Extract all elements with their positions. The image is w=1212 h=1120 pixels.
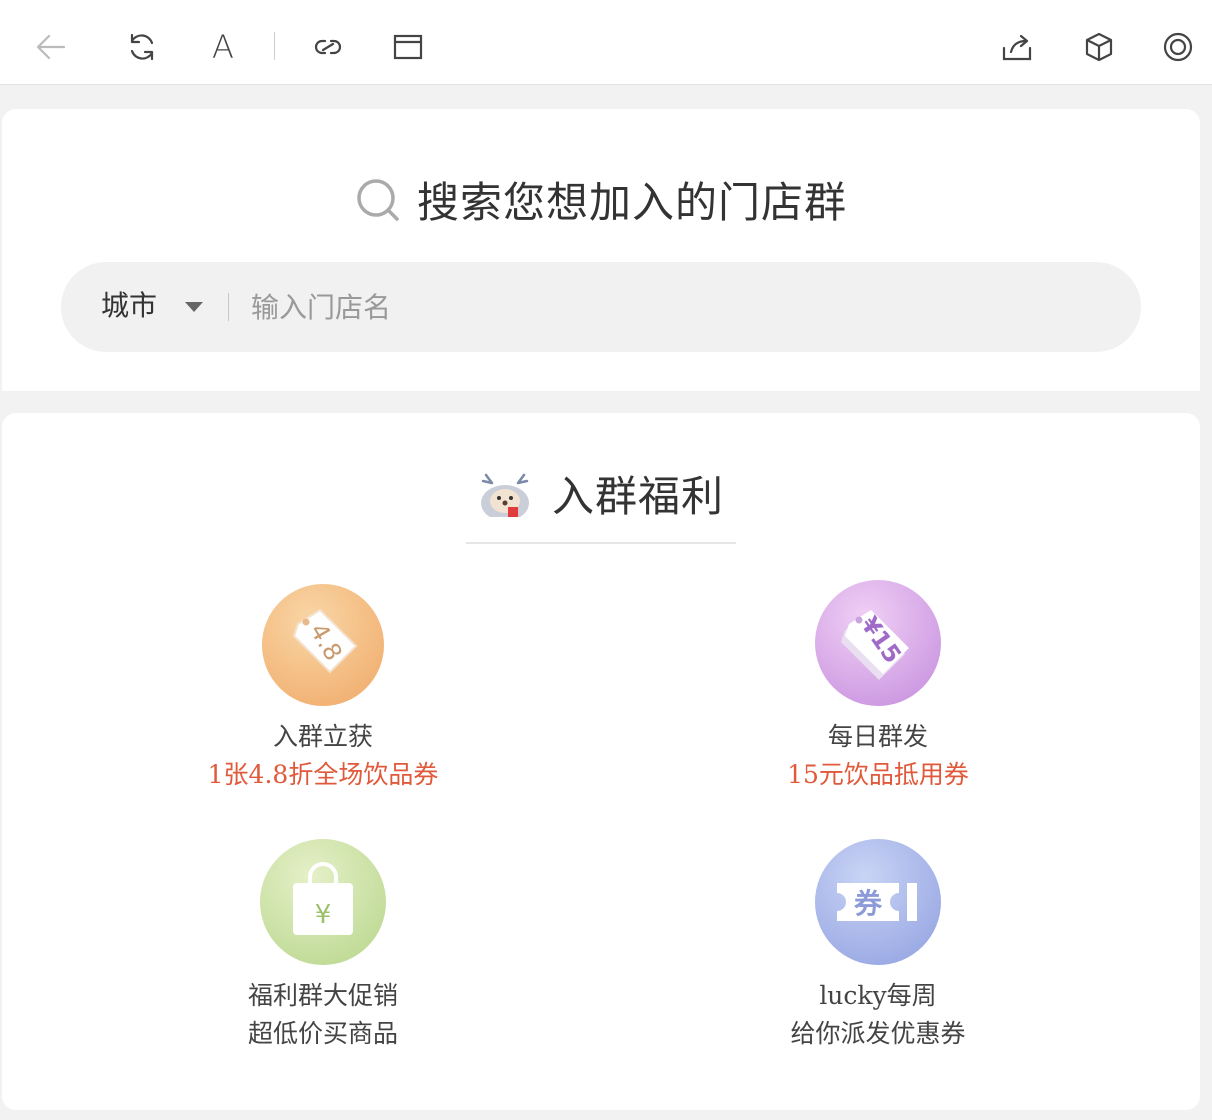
benefits-title: 入群福利 <box>551 472 724 521</box>
coupon-badge-text: 券 <box>854 887 883 920</box>
back-arrow-icon[interactable] <box>28 24 74 70</box>
link-icon[interactable] <box>305 24 351 70</box>
search-title: 搜索您想加入的门店群 <box>416 178 847 227</box>
cube-icon[interactable] <box>1076 24 1122 70</box>
sale-badge-text: ¥ <box>315 900 332 930</box>
toolbar-divider <box>274 32 275 60</box>
benefit-item-coupon[interactable]: 券 lucky每周 给你派发优惠券 <box>698 839 1058 1053</box>
benefit-line2: 给你派发优惠券 <box>790 1019 966 1048</box>
ticket-icon: 券 <box>815 839 941 965</box>
price-tag-icon: 4.8 <box>262 584 384 706</box>
benefit-line2: 15元饮品抵用券 <box>787 760 969 789</box>
search-icon <box>357 178 399 221</box>
target-icon[interactable] <box>1155 24 1201 70</box>
store-name-input[interactable] <box>251 282 1051 332</box>
font-size-label: A <box>212 28 234 66</box>
benefits-heading: 入群福利 <box>2 463 1200 524</box>
benefit-line1: 入群立获 <box>272 722 373 751</box>
benefit-line2: 超低价买商品 <box>247 1019 398 1048</box>
benefits-card: 入群福利 4.8 入群立获 1张4.8折全场饮品券 ¥15 每日群发 15元饮品… <box>2 413 1200 1110</box>
benefit-item-voucher[interactable]: ¥15 每日群发 15元饮品抵用券 <box>698 580 1058 794</box>
benefit-line1: lucky每周 <box>819 981 937 1010</box>
benefit-item-sale[interactable]: ¥ 福利群大促销 超低价买商品 <box>143 839 503 1053</box>
benefits-divider <box>466 542 736 544</box>
share-icon[interactable] <box>994 24 1040 70</box>
benefit-line2: 1张4.8折全场饮品券 <box>207 760 439 789</box>
chevron-down-icon[interactable] <box>185 302 203 312</box>
benefit-line1: 福利群大促销 <box>247 981 398 1010</box>
city-select[interactable]: 城市 <box>101 284 157 324</box>
search-heading: 搜索您想加入的门店群 <box>2 169 1200 230</box>
search-card: 搜索您想加入的门店群 城市 <box>2 109 1200 391</box>
benefit-item-discount[interactable]: 4.8 入群立获 1张4.8折全场饮品券 <box>143 584 503 794</box>
deer-mascot-icon <box>480 473 529 517</box>
refresh-icon[interactable] <box>119 24 165 70</box>
search-divider <box>228 293 229 321</box>
font-size-icon[interactable]: A <box>200 24 246 70</box>
browser-toolbar: A <box>0 0 1212 85</box>
store-search-bar: 城市 <box>61 262 1141 352</box>
benefit-line1: 每日群发 <box>827 722 928 751</box>
window-icon[interactable] <box>385 24 431 70</box>
shopping-bag-icon: ¥ <box>260 839 386 965</box>
coupon-tag-icon: ¥15 <box>815 580 941 706</box>
